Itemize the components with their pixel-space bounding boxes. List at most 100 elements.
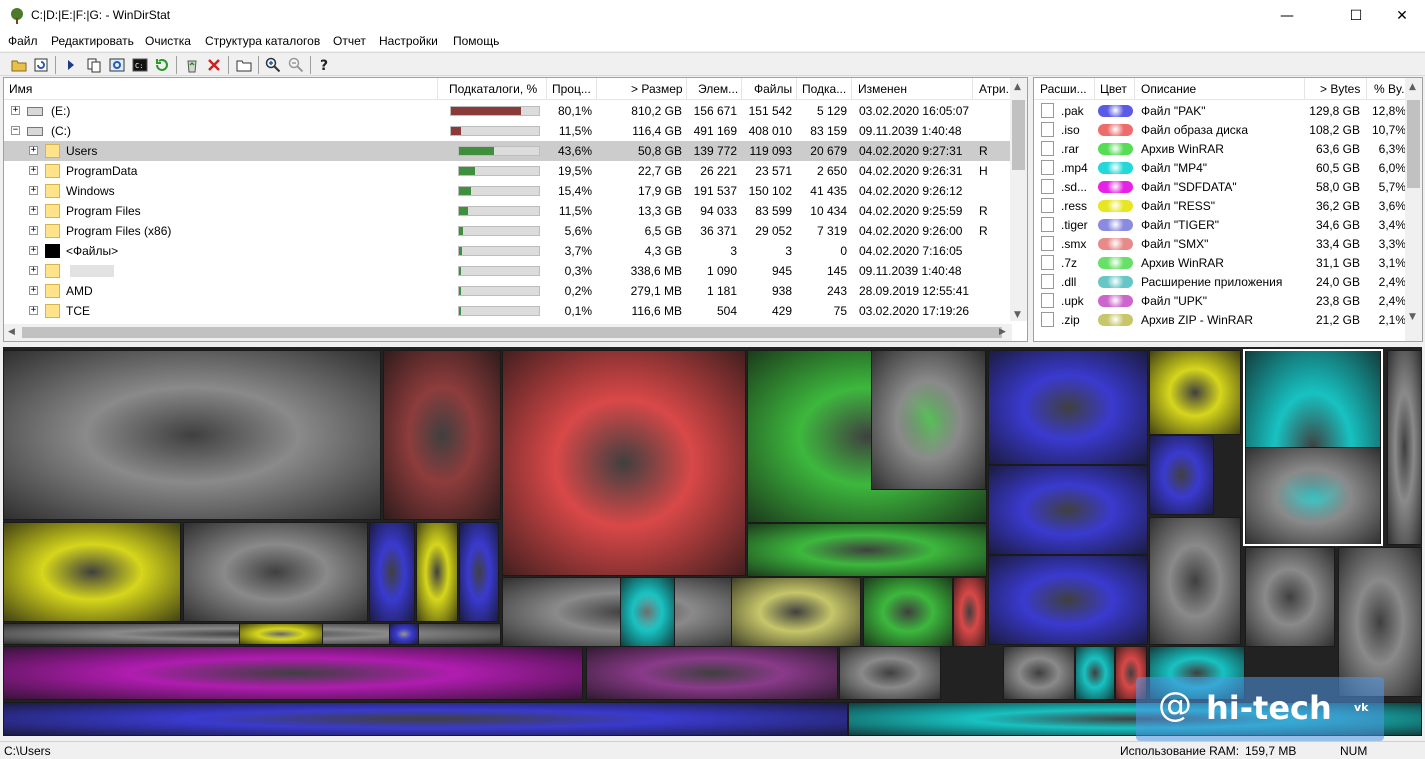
- menu-help[interactable]: Помощь: [453, 34, 499, 48]
- expand-toggle-icon[interactable]: +: [29, 226, 38, 235]
- expand-toggle-icon[interactable]: +: [29, 306, 38, 315]
- scroll-right-arrow-icon[interactable]: ▶: [999, 327, 1006, 337]
- scroll-down-arrow-icon[interactable]: ▼: [1014, 310, 1021, 320]
- close-button[interactable]: ✕: [1379, 0, 1425, 31]
- column-subtree-percent[interactable]: Подкаталоги, %: [449, 82, 537, 96]
- column-divider[interactable]: [1304, 78, 1305, 100]
- cmd-icon[interactable]: C:: [131, 56, 149, 74]
- column-bytes[interactable]: > Bytes: [1320, 82, 1360, 96]
- treemap-tile[interactable]: [1149, 350, 1241, 435]
- explorer-icon[interactable]: [108, 56, 126, 74]
- list-item[interactable]: .pak Файл "PAK" 129,8 GB 12,8%: [1034, 101, 1406, 120]
- table-row[interactable]: − (C:) 11,5% 116,4 GB 491 169 408 010 83 159 09…: [4, 121, 1012, 141]
- table-row[interactable]: + AMD 0,2% 279,1 MB 1 181 938 243 28.09.2019 12…: [4, 281, 1012, 301]
- scroll-down-arrow-icon[interactable]: ▼: [1409, 312, 1416, 322]
- expand-toggle-icon[interactable]: +: [29, 286, 38, 295]
- list-item[interactable]: .dll Расширение приложения 24,0 GB 2,4%: [1034, 272, 1406, 291]
- column-name[interactable]: Имя: [9, 82, 32, 96]
- column-size[interactable]: > Размер: [631, 82, 683, 96]
- help-icon[interactable]: ?: [316, 56, 334, 74]
- column-modified[interactable]: Изменен: [858, 82, 907, 96]
- column-divider[interactable]: [1366, 78, 1367, 100]
- list-item[interactable]: .sd... Файл "SDFDATA" 58,0 GB 5,7%: [1034, 177, 1406, 196]
- menu-treemap[interactable]: Структура каталогов: [205, 34, 320, 48]
- copy-path-icon[interactable]: [85, 56, 103, 74]
- treemap-tile[interactable]: [502, 350, 746, 576]
- treemap-tile[interactable]: [871, 350, 986, 490]
- extension-vertical-scrollbar[interactable]: ▲ ▼: [1405, 78, 1422, 341]
- column-extension[interactable]: Расши...: [1040, 82, 1087, 96]
- column-divider[interactable]: [1094, 78, 1095, 100]
- treemap-tile[interactable]: [839, 646, 941, 700]
- directory-list[interactable]: Имя Подкаталоги, % Проц... > Размер Элем…: [3, 77, 1028, 342]
- zoom-out-icon[interactable]: [287, 56, 305, 74]
- list-item[interactable]: .smx Файл "SMX" 33,4 GB 3,3%: [1034, 234, 1406, 253]
- scroll-thumb[interactable]: [1012, 100, 1025, 170]
- scroll-thumb[interactable]: [1407, 100, 1420, 188]
- list-item[interactable]: .mp4 Файл "MP4" 60,5 GB 6,0%: [1034, 158, 1406, 177]
- directory-vertical-scrollbar[interactable]: ▲ ▼: [1010, 78, 1027, 321]
- treemap-tile[interactable]: [1149, 435, 1214, 515]
- table-row[interactable]: + Windows 15,4% 17,9 GB 191 537 150 102 41 435…: [4, 181, 1012, 201]
- list-item[interactable]: .7z Архив WinRAR 31,1 GB 3,1%: [1034, 253, 1406, 272]
- menu-settings[interactable]: Настройки: [379, 34, 438, 48]
- list-item[interactable]: .zip Архив ZIP - WinRAR 21,2 GB 2,1%: [1034, 310, 1406, 329]
- table-row[interactable]: + Users 43,6% 50,8 GB 139 772 119 093 20 679 04…: [4, 141, 1012, 161]
- column-divider[interactable]: [741, 78, 742, 100]
- column-percent[interactable]: Проц...: [552, 82, 591, 96]
- delete-icon[interactable]: [205, 56, 223, 74]
- list-item[interactable]: .ress Файл "RESS" 36,2 GB 3,6%: [1034, 196, 1406, 215]
- column-color[interactable]: Цвет: [1100, 82, 1127, 96]
- expand-toggle-icon[interactable]: +: [29, 166, 38, 175]
- treemap-tile[interactable]: [3, 646, 583, 700]
- treemap-tile[interactable]: [1387, 350, 1422, 545]
- treemap-tile[interactable]: [239, 623, 323, 645]
- treemap-tile[interactable]: [988, 555, 1148, 645]
- menu-edit[interactable]: Редактировать: [51, 34, 134, 48]
- expand-toggle-icon[interactable]: +: [29, 266, 38, 275]
- expand-toggle-icon[interactable]: +: [29, 246, 38, 255]
- treemap-tile[interactable]: [389, 623, 419, 645]
- treemap-tile[interactable]: [383, 350, 501, 520]
- table-row[interactable]: + Program Files 11,5% 13,3 GB 94 033 83 599 10…: [4, 201, 1012, 221]
- column-divider[interactable]: [546, 78, 547, 100]
- treemap-tile[interactable]: [1338, 547, 1422, 697]
- menu-file[interactable]: Файл: [8, 34, 38, 48]
- treemap-tile[interactable]: [1003, 646, 1075, 700]
- treemap-tile[interactable]: [459, 522, 499, 622]
- extension-list[interactable]: Расши... Цвет Описание > Bytes % By... .…: [1033, 77, 1423, 342]
- menu-cleanup[interactable]: Очистка: [145, 34, 191, 48]
- expand-toggle-icon[interactable]: +: [29, 186, 38, 195]
- treemap-tile[interactable]: [586, 646, 838, 700]
- treemap-tile[interactable]: [369, 522, 415, 622]
- scroll-up-arrow-icon[interactable]: ▲: [1014, 82, 1021, 92]
- column-description[interactable]: Описание: [1141, 82, 1196, 96]
- treemap-tile[interactable]: [183, 522, 368, 622]
- expand-toggle-icon[interactable]: +: [29, 206, 38, 215]
- column-divider[interactable]: [437, 78, 438, 100]
- new-folder-icon[interactable]: [235, 56, 253, 74]
- treemap-tile[interactable]: [3, 522, 181, 622]
- treemap-tile[interactable]: [747, 523, 987, 577]
- directory-horizontal-scrollbar[interactable]: ◀ ▶: [4, 324, 1012, 341]
- table-row[interactable]: +0,3% 338,6 MB 1 090 945 145 09.11.2039 1:40:…: [4, 261, 1012, 281]
- expand-icon[interactable]: [62, 56, 80, 74]
- table-row[interactable]: + (E:) 80,1% 810,2 GB 156 671 151 542 5 129 03.…: [4, 101, 1012, 121]
- treemap-tile[interactable]: [620, 577, 675, 647]
- table-row[interactable]: + TCE 0,1% 116,6 MB 504 429 75 03.02.2020 17:19…: [4, 301, 1012, 321]
- column-divider[interactable]: [1134, 78, 1135, 100]
- scroll-up-arrow-icon[interactable]: ▲: [1409, 82, 1416, 92]
- treemap-tile[interactable]: [731, 577, 861, 647]
- refresh-selected-icon[interactable]: [153, 56, 171, 74]
- treemap-tile[interactable]: [1245, 547, 1335, 647]
- minimize-button[interactable]: —: [1264, 0, 1310, 31]
- table-row[interactable]: + ProgramData 19,5% 22,7 GB 26 221 23 571 2 65…: [4, 161, 1012, 181]
- expand-toggle-icon[interactable]: −: [11, 126, 20, 135]
- treemap-tile[interactable]: [3, 702, 848, 736]
- table-row[interactable]: + <Файлы> 3,7% 4,3 GB 3 3 0 04.02.2020 7:16:05: [4, 241, 1012, 261]
- recycle-icon[interactable]: [183, 56, 201, 74]
- treemap-tile[interactable]: [953, 577, 986, 647]
- column-divider[interactable]: [596, 78, 597, 100]
- list-item[interactable]: .tiger Файл "TIGER" 34,6 GB 3,4%: [1034, 215, 1406, 234]
- column-divider[interactable]: [796, 78, 797, 100]
